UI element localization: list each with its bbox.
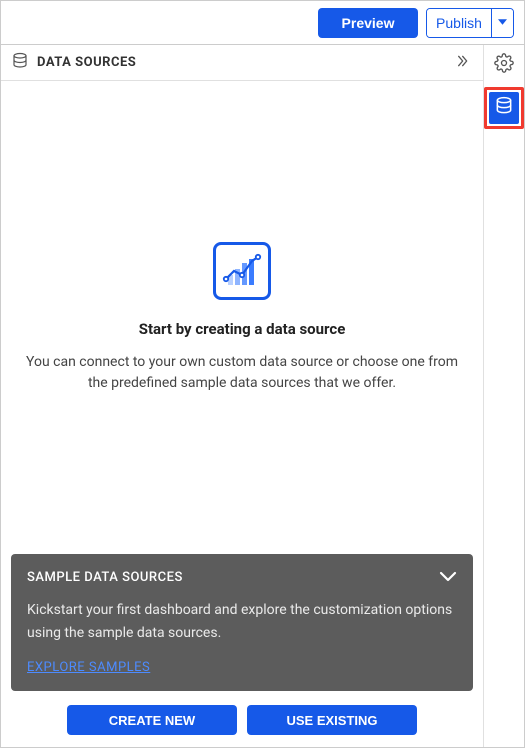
- panel-title: DATA SOURCES: [37, 55, 443, 70]
- panel-header: DATA SOURCES: [1, 45, 483, 81]
- use-existing-button[interactable]: USE EXISTING: [247, 705, 417, 735]
- sample-data-sources-card: SAMPLE DATA SOURCES Kickstart your first…: [11, 554, 473, 691]
- sample-card-description: Kickstart your first dashboard and explo…: [27, 599, 457, 644]
- right-rail: [484, 45, 524, 747]
- empty-state-title: Start by creating a data source: [139, 320, 346, 338]
- database-icon: [494, 96, 514, 120]
- data-sources-panel: DATA SOURCES: [1, 45, 484, 747]
- sample-card-title: SAMPLE DATA SOURCES: [27, 570, 183, 585]
- chart-illustration: [213, 242, 271, 300]
- data-sources-rail-button[interactable]: [484, 87, 524, 129]
- publish-button-group: Publish: [426, 8, 514, 38]
- publish-button[interactable]: Publish: [427, 9, 491, 37]
- explore-samples-link[interactable]: EXPLORE SAMPLES: [27, 660, 150, 675]
- publish-dropdown-button[interactable]: [491, 9, 513, 37]
- empty-state: Start by creating a data source You can …: [1, 81, 483, 554]
- bottom-actions: CREATE NEW USE EXISTING: [1, 701, 483, 747]
- sample-card-toggle[interactable]: [439, 568, 457, 587]
- preview-button[interactable]: Preview: [318, 8, 418, 38]
- sample-card-header: SAMPLE DATA SOURCES: [27, 568, 457, 587]
- panel-body: Start by creating a data source You can …: [1, 81, 483, 747]
- empty-state-description: You can connect to your own custom data …: [19, 352, 465, 394]
- top-bar: Preview Publish: [1, 1, 524, 45]
- create-new-button[interactable]: CREATE NEW: [67, 705, 237, 735]
- database-icon: [11, 52, 29, 74]
- chevron-down-icon: [439, 568, 457, 587]
- chevrons-right-icon: [454, 53, 470, 73]
- caret-down-icon: [498, 17, 507, 28]
- settings-button[interactable]: [490, 51, 518, 79]
- gear-icon: [494, 53, 514, 77]
- collapse-panel-button[interactable]: [451, 52, 473, 74]
- workspace: DATA SOURCES: [1, 45, 524, 747]
